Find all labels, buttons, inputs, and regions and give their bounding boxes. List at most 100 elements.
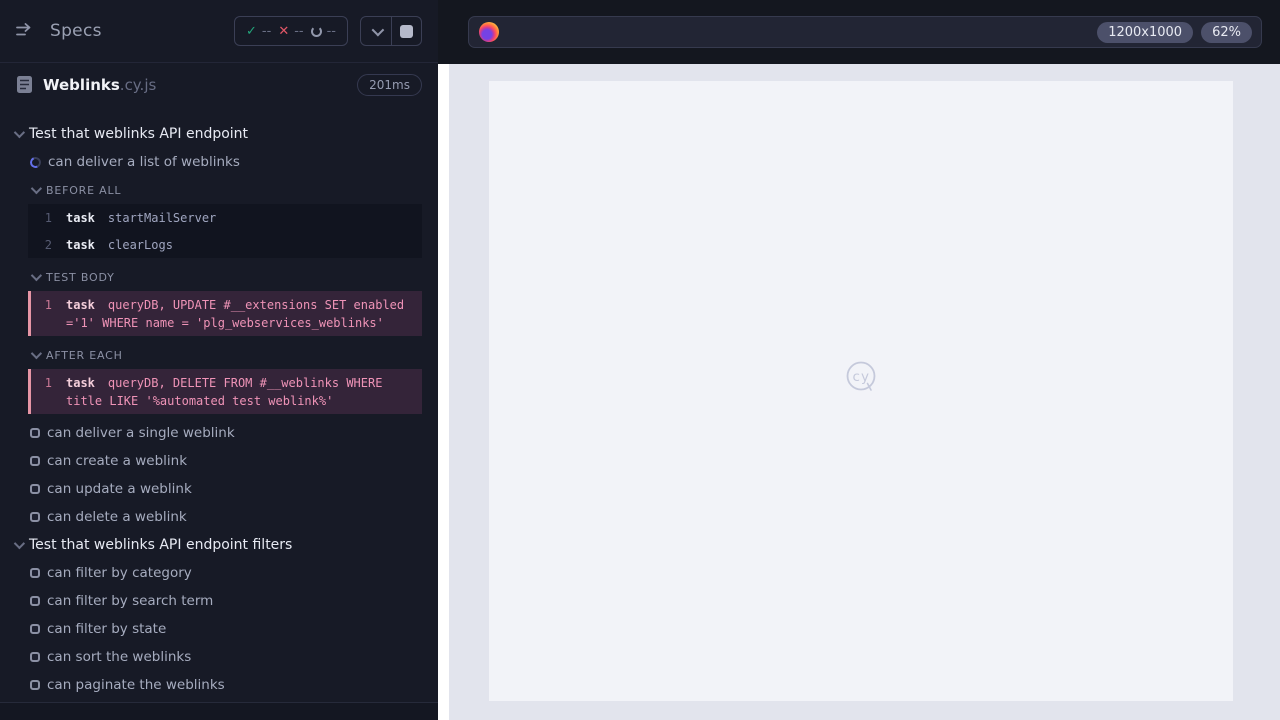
specs-header: Specs ✓ -- ✕ -- --: [0, 0, 438, 63]
url-bar[interactable]: 1200x1000 62%: [468, 16, 1262, 48]
chevron-down-icon: [30, 347, 43, 360]
collapse-button[interactable]: [361, 17, 391, 45]
failed-count: --: [294, 23, 304, 39]
test-label: can deliver a single weblink: [47, 425, 235, 441]
command-row[interactable]: 1 task queryDB, DELETE FROM #__weblinks W…: [28, 369, 422, 414]
command-number: 2: [44, 238, 52, 252]
suite-label: Test that weblinks API endpoint filters: [29, 537, 293, 553]
stat-passed: ✓ --: [246, 24, 271, 39]
chevron-down-icon: [30, 269, 43, 282]
viewport-dimensions-badge: 1200x1000: [1097, 21, 1194, 43]
test-label: can paginate the weblinks: [47, 677, 225, 693]
command-number: 1: [44, 376, 52, 390]
suite-row-endpoint[interactable]: Test that weblinks API endpoint: [0, 120, 438, 148]
viewport-zoom-badge: 62%: [1201, 21, 1252, 43]
suite-label: Test that weblinks API endpoint: [29, 126, 249, 142]
command-name: task: [66, 298, 95, 312]
reporter-scrollbar[interactable]: [438, 64, 449, 720]
section-label: TEST BODY: [46, 270, 115, 284]
test-row[interactable]: can sort the weblinks: [0, 643, 438, 671]
command-number: 1: [44, 298, 52, 312]
stat-failed: ✕ --: [278, 24, 303, 39]
test-box-icon: [30, 456, 40, 466]
run-controls: [360, 16, 422, 46]
command-row[interactable]: 1 task startMailServer: [28, 204, 422, 231]
aut-page: c y: [489, 81, 1233, 701]
test-box-icon: [30, 484, 40, 494]
stat-running: --: [310, 23, 336, 39]
spec-file-icon: [16, 75, 33, 94]
command-name: task: [66, 211, 95, 225]
spec-file-row[interactable]: Weblinks .cy.js 201ms: [0, 63, 438, 106]
run-stats: ✓ -- ✕ -- --: [234, 16, 348, 46]
passed-count: --: [261, 23, 272, 39]
test-box-icon: [30, 568, 40, 578]
test-label: can delete a weblink: [47, 509, 187, 525]
command-name: task: [66, 376, 95, 390]
test-tree: Test that weblinks API endpoint can deli…: [0, 106, 438, 699]
test-label: can deliver a list of weblinks: [48, 154, 240, 170]
stop-button[interactable]: [391, 17, 421, 45]
spec-name: Weblinks: [43, 75, 120, 94]
test-label: can sort the weblinks: [47, 649, 192, 665]
test-label: can create a weblink: [47, 453, 188, 469]
command-message: startMailServer: [107, 211, 217, 225]
test-row[interactable]: can filter by category: [0, 559, 438, 587]
command-message: queryDB, DELETE FROM #__weblinks WHERE t…: [66, 376, 383, 408]
command-group-test-body: 1 task queryDB, UPDATE #__extensions SET …: [28, 291, 422, 336]
test-box-icon: [30, 596, 40, 606]
test-label: can update a weblink: [47, 481, 192, 497]
test-box-icon: [30, 428, 40, 438]
test-row[interactable]: can delete a weblink: [0, 503, 438, 531]
chevron-down-icon: [13, 126, 26, 139]
command-group-before-all: 1 task startMailServer 2 task clearLogs: [28, 204, 422, 258]
test-box-icon: [30, 624, 40, 634]
cypress-watermark-icon: c y: [843, 359, 879, 399]
running-icon: [310, 25, 322, 37]
test-label: can filter by category: [47, 565, 192, 581]
reporter-footer: [0, 702, 438, 720]
section-before-all[interactable]: BEFORE ALL: [0, 176, 438, 204]
section-after-each[interactable]: AFTER EACH: [0, 341, 438, 369]
command-number: 1: [44, 211, 52, 225]
running-count: --: [326, 23, 336, 39]
command-row[interactable]: 2 task clearLogs: [28, 231, 422, 258]
x-icon: ✕: [278, 23, 290, 39]
suite-row-filters[interactable]: Test that weblinks API endpoint filters: [0, 531, 438, 559]
command-name: task: [66, 238, 95, 252]
test-row[interactable]: can paginate the weblinks: [0, 671, 438, 699]
aut-header: 1200x1000 62%: [438, 0, 1280, 64]
command-message: queryDB, UPDATE #__extensions SET enable…: [66, 298, 405, 330]
command-message: clearLogs: [107, 238, 173, 252]
chevron-down-icon: [13, 537, 26, 550]
chevron-down-icon: [371, 23, 384, 36]
test-box-icon: [30, 680, 40, 690]
test-row[interactable]: can create a weblink: [0, 447, 438, 475]
test-label: can filter by state: [47, 621, 167, 637]
aut-viewport: c y: [449, 64, 1280, 720]
command-row[interactable]: 1 task queryDB, UPDATE #__extensions SET …: [28, 291, 422, 336]
duration-badge: 201ms: [357, 73, 422, 96]
specs-title: Specs: [50, 21, 102, 41]
svg-text:y: y: [861, 369, 869, 385]
test-row[interactable]: can deliver a single weblink: [0, 419, 438, 447]
svg-text:c: c: [853, 369, 860, 385]
test-row-running[interactable]: can deliver a list of weblinks: [0, 148, 438, 176]
spinner-icon: [28, 154, 43, 170]
spec-extension: .cy.js: [119, 75, 157, 94]
section-label: AFTER EACH: [46, 348, 123, 362]
check-icon: ✓: [246, 23, 257, 39]
test-row[interactable]: can filter by state: [0, 615, 438, 643]
test-row[interactable]: can update a weblink: [0, 475, 438, 503]
reporter-panel: Specs ✓ -- ✕ -- -- Weblinks .cy.js 201ms…: [0, 0, 438, 720]
test-box-icon: [30, 512, 40, 522]
section-label: BEFORE ALL: [46, 183, 122, 197]
stop-icon: [400, 24, 413, 38]
test-row[interactable]: can filter by search term: [0, 587, 438, 615]
firefox-icon: [479, 22, 499, 42]
specs-menu-icon[interactable]: [16, 23, 36, 39]
command-group-after-each: 1 task queryDB, DELETE FROM #__weblinks W…: [28, 369, 422, 414]
chevron-down-icon: [30, 182, 43, 195]
section-test-body[interactable]: TEST BODY: [0, 263, 438, 291]
test-label: can filter by search term: [47, 593, 214, 609]
